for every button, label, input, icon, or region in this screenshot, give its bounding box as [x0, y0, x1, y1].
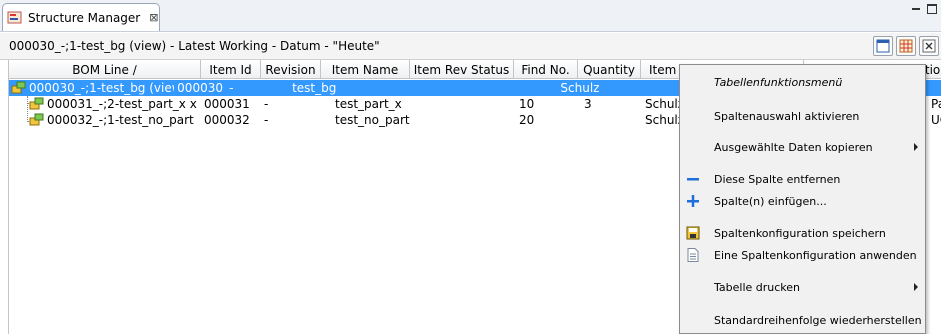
column-header-bom-line[interactable]: BOM Line ∕ — [9, 60, 201, 79]
find-no-cell: 20 — [519, 113, 535, 127]
table-view-button[interactable] — [896, 36, 916, 56]
window-view-icon — [876, 39, 890, 53]
find-no-cell: 10 — [519, 97, 535, 111]
structure-manager-icon — [7, 11, 23, 25]
bom-line-label: 000031_-;2-test_part_x x 3 — [47, 97, 201, 111]
plus-icon — [685, 193, 701, 209]
menu-item-label: Ausgewählte Daten kopieren — [714, 140, 873, 154]
quantity-cell — [501, 80, 556, 96]
revision-cell: - — [264, 97, 269, 111]
menu-item-apply-column-config[interactable]: Eine Spaltenkonfiguration anwenden — [680, 244, 925, 266]
menu-item-label: Standardreihenfolge wiederherstellen — [714, 313, 922, 327]
item-rev-status-cell — [356, 80, 445, 96]
header-toolbar — [873, 36, 939, 56]
bom-line-label: 000030_-;1-test_bg (view) — [29, 81, 175, 95]
submenu-arrow-icon — [914, 283, 918, 291]
creation-user-cell: Schulz — [560, 81, 600, 95]
assembly-icon — [11, 81, 27, 95]
column-header-revision[interactable]: Revision — [261, 60, 321, 79]
document-icon — [685, 247, 701, 263]
part-icon — [29, 113, 45, 127]
table-grid-icon — [899, 39, 913, 53]
column-header-find-no[interactable]: Find No. — [514, 60, 578, 79]
column-header-item-name[interactable]: Item Name — [321, 60, 410, 79]
bom-line-cell: 000030_-;1-test_bg (view) — [9, 80, 174, 96]
collapse-icon — [922, 39, 936, 53]
structure-header: 000030_-;1-test_bg (view) - Latest Worki… — [0, 33, 941, 60]
menu-item-print-table[interactable]: Tabelle drucken — [680, 276, 925, 298]
item-rev-status-cell — [410, 96, 514, 112]
tab-close-icon[interactable]: ⊠ — [149, 11, 158, 24]
column-header-item-id[interactable]: Item Id — [201, 60, 261, 79]
quantity-cell: 3 — [584, 97, 592, 111]
menu-item-activate-column-selection[interactable]: Spaltenauswahl aktivieren — [680, 105, 925, 127]
item-rev-status-cell — [410, 112, 514, 128]
bom-line-cell: 000031_-;2-test_part_x x 3 — [9, 96, 201, 112]
view-tab-bar: Structure Manager ⊠ — [0, 0, 941, 32]
menu-item-label: Spaltenauswahl aktivieren — [714, 109, 860, 123]
item-name-cell: test_bg — [292, 81, 337, 95]
menu-item-label: Tabelle drucken — [714, 280, 801, 294]
bom-line-cell: 000032_-;1-test_no_part — [9, 112, 201, 128]
menu-item-insert-columns[interactable]: Spalte(n) einfügen... — [680, 190, 925, 212]
structure-title: 000030_-;1-test_bg (view) - Latest Worki… — [9, 39, 380, 53]
submenu-arrow-icon — [914, 143, 918, 151]
minus-icon — [685, 171, 701, 187]
maximize-icon[interactable] — [927, 4, 937, 14]
item-id-cell: 000030 — [177, 81, 223, 95]
menu-item-remove-column[interactable]: Diese Spalte entfernen — [680, 168, 925, 190]
bom-line-label: 000032_-;1-test_no_part — [47, 113, 194, 127]
revision-cell: - — [229, 81, 234, 95]
revision-cell: - — [264, 113, 269, 127]
window-controls — [911, 4, 937, 14]
item-name-cell: test_no_part — [335, 113, 410, 127]
collapse-button[interactable] — [919, 36, 939, 56]
menu-item-save-column-config[interactable]: Spaltenkonfiguration speichern — [680, 222, 925, 244]
column-header-quantity[interactable]: Quantity — [578, 60, 641, 79]
menu-item-label: Spalte(n) einfügen... — [714, 194, 827, 208]
menu-item-restore-default-order[interactable]: Standardreihenfolge wiederherstellen — [680, 309, 925, 331]
item-id-cell: 000032 — [204, 113, 250, 127]
menu-item-label: Diese Spalte entfernen — [714, 172, 841, 186]
menu-item-label: Eine Spaltenkonfiguration anwenden — [714, 248, 917, 262]
item-name-cell: test_part_x — [335, 97, 402, 111]
find-no-cell — [446, 80, 502, 96]
minimize-icon[interactable] — [911, 4, 921, 14]
tab-structure-manager[interactable]: Structure Manager ⊠ — [2, 3, 160, 31]
creation-extra-cell: UC — [931, 113, 941, 127]
creation-extra-cell: Pa — [931, 97, 941, 111]
menu-item-copy-selected-data[interactable]: Ausgewählte Daten kopieren — [680, 136, 925, 158]
table-context-menu: Tabellenfunktionsmenü Spaltenauswahl akt… — [679, 64, 926, 334]
menu-item-label: Spaltenkonfiguration speichern — [714, 226, 886, 240]
item-id-cell: 000031 — [204, 97, 250, 111]
tab-title: Structure Manager — [28, 10, 141, 25]
save-icon — [685, 225, 701, 241]
window-view-button[interactable] — [873, 36, 893, 56]
part-icon — [29, 97, 45, 111]
menu-header: Tabellenfunktionsmenü — [714, 75, 843, 89]
quantity-cell — [578, 112, 641, 128]
column-header-item-rev-status[interactable]: Item Rev Status — [410, 60, 514, 79]
